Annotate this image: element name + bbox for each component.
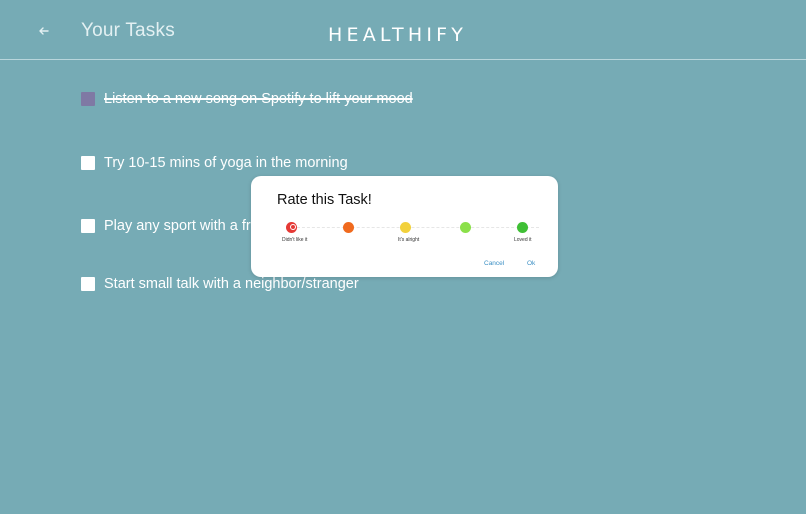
rating-caption-low: Didn't like it bbox=[282, 237, 308, 243]
task-label: Try 10-15 mins of yoga in the morning bbox=[104, 155, 348, 171]
rating-caption-mid: It's alright bbox=[398, 237, 420, 243]
task-item: Listen to a new song on Spotify to lift … bbox=[81, 89, 413, 109]
rating-track bbox=[287, 227, 539, 228]
app-header: Your Tasks HEALTHIFY bbox=[0, 0, 806, 60]
rating-option-5[interactable] bbox=[517, 222, 528, 233]
task-checkbox[interactable] bbox=[81, 156, 95, 170]
task-label: Start small talk with a neighbor/strange… bbox=[104, 276, 359, 292]
ok-button[interactable]: Ok bbox=[527, 260, 535, 267]
rating-caption-high: Loved it bbox=[514, 237, 532, 243]
back-button[interactable] bbox=[34, 21, 54, 41]
task-label: Listen to a new song on Spotify to lift … bbox=[104, 91, 413, 107]
task-checkbox[interactable] bbox=[81, 219, 95, 233]
cancel-button[interactable]: Cancel bbox=[484, 260, 504, 267]
task-item: Play any sport with a friend bbox=[81, 216, 278, 236]
brand-logo: HEALTHIFY bbox=[328, 24, 468, 46]
rating-option-1[interactable] bbox=[286, 222, 297, 233]
rating-option-3[interactable] bbox=[400, 222, 411, 233]
page-title: Your Tasks bbox=[81, 20, 175, 41]
dialog-title: Rate this Task! bbox=[277, 192, 372, 208]
task-checkbox[interactable] bbox=[81, 92, 95, 106]
task-item: Try 10-15 mins of yoga in the morning bbox=[81, 153, 348, 173]
task-checkbox[interactable] bbox=[81, 277, 95, 291]
rating-option-2[interactable] bbox=[343, 222, 354, 233]
arrow-left-icon bbox=[34, 21, 54, 41]
rate-task-dialog: Rate this Task! Didn't like it It's alri… bbox=[251, 176, 558, 277]
rating-option-4[interactable] bbox=[460, 222, 471, 233]
task-item: Start small talk with a neighbor/strange… bbox=[81, 274, 359, 294]
